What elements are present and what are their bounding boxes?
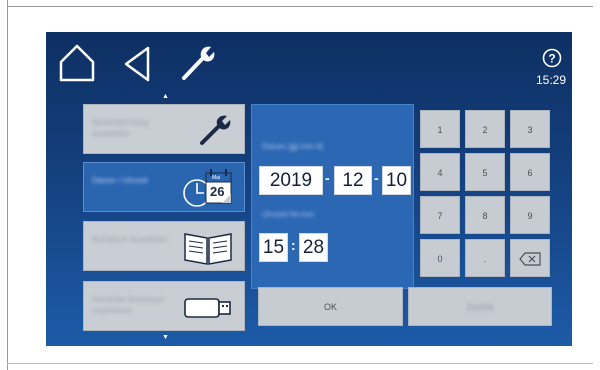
wrench-icon[interactable] [176, 40, 220, 84]
key-6[interactable]: 6 [510, 153, 550, 191]
time-label: Uhrzeit hh:mm [262, 210, 315, 219]
year-field[interactable]: 2019 [259, 166, 323, 195]
key-7[interactable]: 7 [420, 196, 460, 234]
backspace-icon [519, 252, 541, 266]
scroll-down-indicator[interactable]: ▼ [162, 334, 169, 341]
time-separator: : [291, 237, 296, 253]
menu-item-label: Buchbuch auswählen [92, 235, 169, 244]
menu-item-export[interactable]: Hersteller Buchbuch exportieren [83, 281, 245, 331]
key-9[interactable]: 9 [510, 196, 550, 234]
ok-button[interactable]: OK [258, 287, 403, 326]
key-2[interactable]: 2 [465, 110, 505, 148]
month-field[interactable]: 12 [334, 166, 372, 195]
clock-calendar-icon [183, 169, 232, 207]
key-8[interactable]: 8 [465, 196, 505, 234]
day-field[interactable]: 10 [382, 166, 411, 195]
key-4[interactable]: 4 [420, 153, 460, 191]
menu-item-logbook[interactable]: Buchbuch auswählen [83, 221, 245, 271]
key-0[interactable]: 0 [420, 239, 460, 277]
key-dot[interactable]: . [465, 239, 505, 277]
home-icon[interactable] [57, 40, 97, 84]
book-icon [184, 233, 232, 265]
usb-stick-icon [184, 298, 231, 318]
help-icon[interactable]: ? [542, 48, 562, 68]
top-bar: ? 15:29 [46, 32, 572, 98]
back-button-label: Zurück [466, 302, 494, 312]
scroll-up-indicator[interactable]: ▲ [162, 93, 169, 100]
key-1[interactable]: 1 [420, 110, 460, 148]
calendar-day: 26 [210, 184, 225, 199]
key-backspace[interactable] [510, 239, 550, 277]
date-time-panel: Datum (jjjj-mm-tt) 2019 - 12 - 10 Uhrzei… [251, 104, 414, 289]
minute-field[interactable]: 28 [299, 233, 328, 262]
key-5[interactable]: 5 [465, 153, 505, 191]
menu-item-label: Hersteller Buchbuch exportieren [92, 295, 165, 315]
menu-item-date-time[interactable]: Datum / Uhrzeit Mai 26 [83, 162, 245, 212]
back-button[interactable]: Zurück [408, 287, 552, 326]
calendar-month: Mai [212, 175, 221, 181]
device-screen: ? 15:29 ▲ Sprachfahrzeug auswählen Datum… [46, 32, 572, 346]
wrench-icon [200, 115, 231, 145]
key-3[interactable]: 3 [510, 110, 550, 148]
back-icon[interactable] [122, 40, 152, 84]
date-separator: - [374, 170, 379, 186]
status-time: 15:29 [535, 73, 566, 87]
svg-text:?: ? [548, 52, 555, 66]
menu-item-label: Sprachfahrzeug auswählen [92, 118, 149, 138]
date-separator: - [325, 170, 330, 186]
menu-item-label: Datum / Uhrzeit [92, 176, 148, 185]
date-label: Datum (jjjj-mm-tt) [262, 142, 324, 151]
hour-field[interactable]: 15 [259, 233, 288, 262]
menu-item-function[interactable]: Sprachfahrzeug auswählen [83, 104, 245, 154]
